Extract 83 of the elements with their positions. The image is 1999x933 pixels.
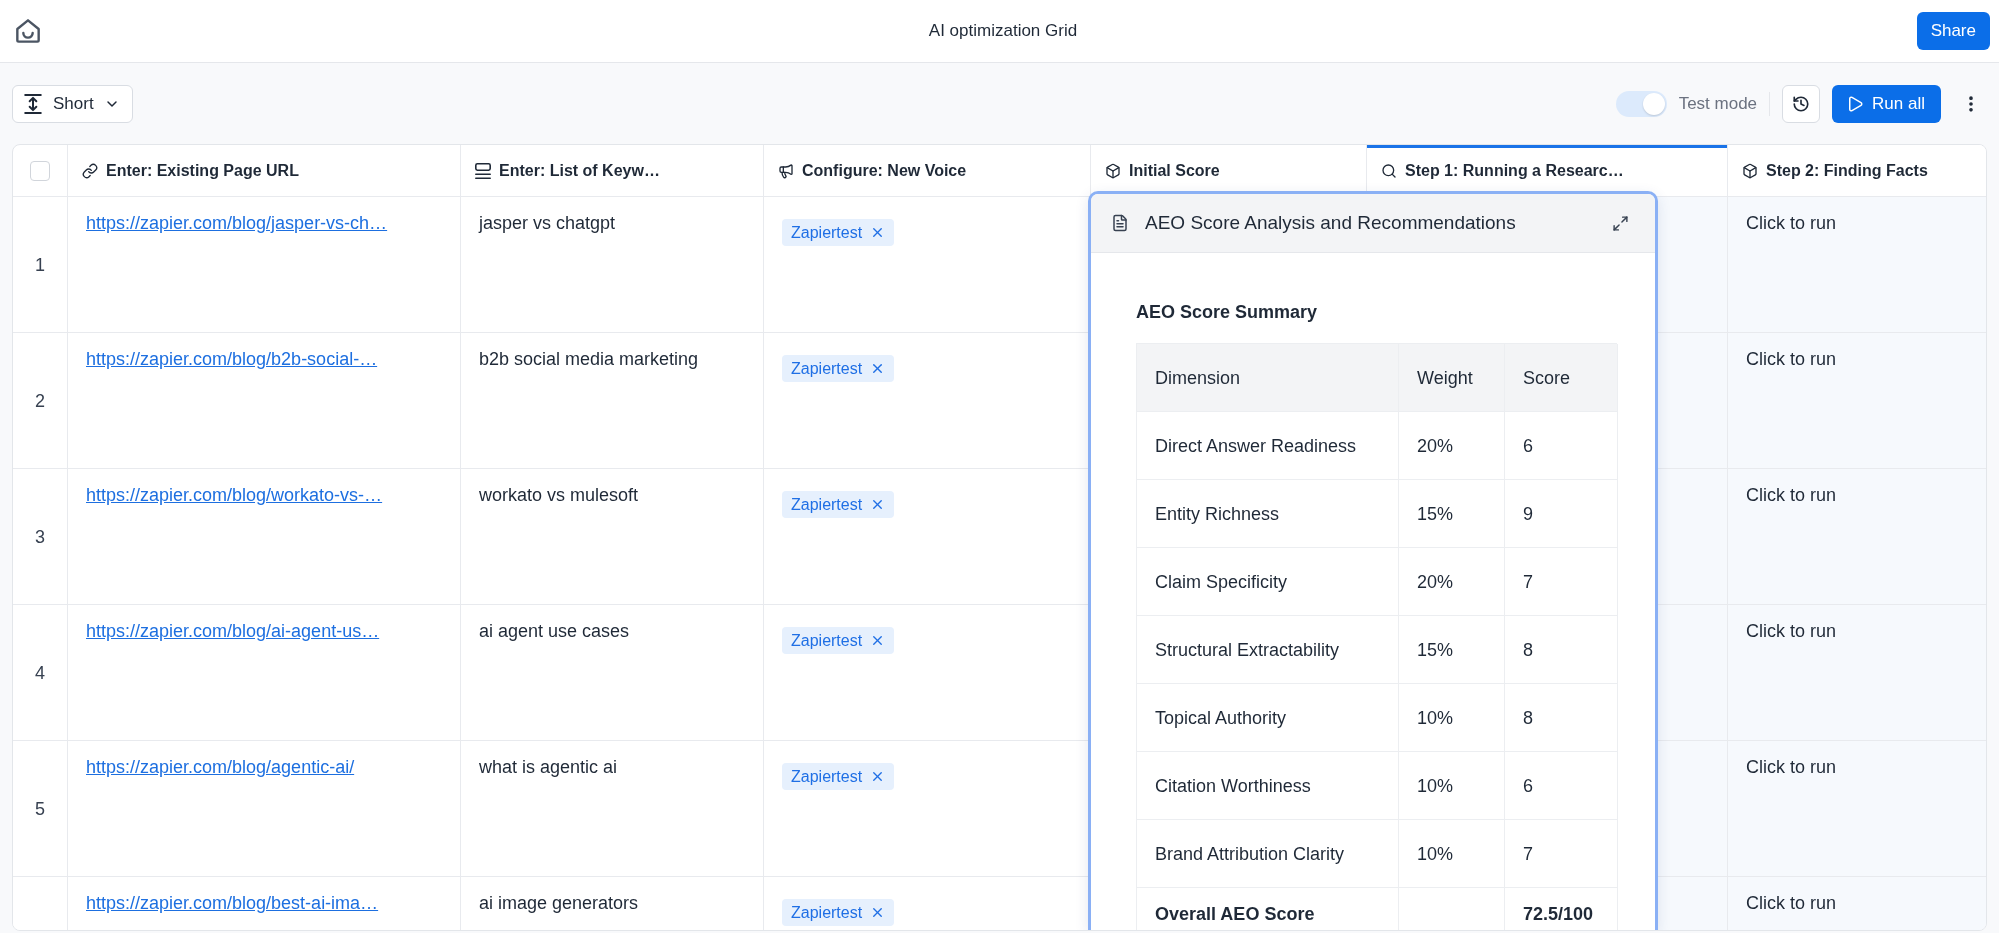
table-cell: 8 [1505, 684, 1618, 752]
table-cell: 8 [1505, 616, 1618, 684]
run-cell[interactable]: Click to run [1728, 469, 1986, 605]
table-cell: 10% [1399, 752, 1505, 820]
table-cell: Structural Extractability [1137, 616, 1399, 684]
toggle-switch[interactable] [1615, 90, 1667, 117]
keyword-text: b2b social media marketing [479, 349, 699, 369]
table-cell: 7 [1505, 820, 1618, 888]
run-all-button[interactable]: Run all [1832, 84, 1941, 123]
table-cell: Overall AEO Score [1137, 888, 1399, 930]
tag-label: Zapiertest [791, 903, 863, 923]
table-cell: Topical Authority [1137, 684, 1399, 752]
tag-label: Zapiertest [791, 223, 863, 243]
table-cell: 20% [1399, 548, 1505, 616]
column-header[interactable]: Step 2: Finding Facts [1728, 145, 1986, 197]
column-header[interactable]: Step 1: Running a Researc… [1367, 145, 1728, 197]
table-cell: 7 [1505, 548, 1618, 616]
play-icon [1846, 94, 1865, 113]
cube-icon [1742, 162, 1758, 179]
tag-label: Zapiertest [791, 631, 863, 651]
home-icon[interactable] [16, 19, 40, 43]
column-header[interactable]: Enter: List of Keyw… [461, 145, 764, 197]
run-cell[interactable]: Click to run [1728, 333, 1986, 469]
document-icon [1111, 214, 1129, 232]
run-cell[interactable]: Click to run [1728, 605, 1986, 741]
row-height-icon [23, 93, 43, 114]
row-number: 4 [35, 661, 45, 685]
table-cell: Brand Attribution Clarity [1137, 820, 1399, 888]
table-cell: 10% [1399, 820, 1505, 888]
keyword-text: ai agent use cases [479, 621, 630, 641]
share-button[interactable]: Share [1916, 12, 1990, 50]
tag-label: Zapiertest [791, 359, 863, 379]
row-height-label: Short [53, 93, 94, 114]
url-link[interactable]: https://zapier.com/blog/best-ai-ima… [86, 893, 379, 913]
tag-label: Zapiertest [791, 767, 863, 787]
row-height-button[interactable]: Short [12, 84, 133, 123]
toggle-label: Test mode [1678, 93, 1758, 114]
keyword-text: workato vs mulesoft [479, 485, 639, 505]
table-cell: 6 [1505, 412, 1618, 480]
run-cell[interactable]: Click to run [1728, 741, 1986, 877]
row-number: 1 [35, 253, 45, 277]
column-header[interactable]: Enter: Existing Page URL [68, 145, 461, 197]
keyword-text: ai image generators [479, 893, 639, 913]
cube-icon [1105, 162, 1121, 179]
megaphone-icon [778, 162, 794, 179]
table-cell: 15% [1399, 616, 1505, 684]
rows-icon [475, 162, 491, 179]
table-cell: Entity Richness [1137, 480, 1399, 548]
history-button[interactable] [1782, 84, 1821, 123]
keyword-text: what is agentic ai [479, 757, 618, 777]
table-cell: Citation Worthiness [1137, 752, 1399, 820]
row-number: 5 [35, 797, 45, 821]
summary-heading: AEO Score Summary [1136, 301, 1319, 323]
table-cell: 6 [1505, 752, 1618, 820]
search-icon [1381, 162, 1397, 179]
popup-title: AEO Score Analysis and Recommendations [1145, 212, 1517, 234]
table-cell: Claim Specificity [1137, 548, 1399, 616]
run-cell[interactable]: Click to run [1728, 877, 1986, 930]
table-cell: 9 [1505, 480, 1618, 548]
table-cell: Direct Answer Readiness [1137, 412, 1399, 480]
table-cell: 72.5/100 [1505, 888, 1618, 930]
row-number: 2 [35, 389, 45, 413]
url-link[interactable]: https://zapier.com/blog/jasper-vs-ch… [86, 213, 388, 233]
page-title: AI optimization Grid [928, 21, 1078, 41]
url-link[interactable]: https://zapier.com/blog/b2b-social-… [86, 349, 378, 369]
table-header-cell: Score [1505, 344, 1618, 412]
table-header-cell: Dimension [1137, 344, 1399, 412]
column-header[interactable]: Configure: New Voice [764, 145, 1091, 197]
history-icon [1792, 94, 1811, 113]
table-cell: 15% [1399, 480, 1505, 548]
table-header-cell: Weight [1399, 344, 1505, 412]
run-cell[interactable]: Click to run [1728, 197, 1986, 333]
select-all-checkbox[interactable] [30, 160, 50, 181]
keyword-text: jasper vs chatgpt [479, 213, 616, 233]
link-icon [82, 162, 98, 179]
expand-icon[interactable] [1612, 214, 1629, 232]
url-link[interactable]: https://zapier.com/blog/ai-agent-us… [86, 621, 380, 641]
table-cell: 20% [1399, 412, 1505, 480]
tag-label: Zapiertest [791, 495, 863, 515]
table-cell: 10% [1399, 684, 1505, 752]
url-link[interactable]: https://zapier.com/blog/agentic-ai/ [86, 757, 355, 777]
row-number: 3 [35, 525, 45, 549]
url-link[interactable]: https://zapier.com/blog/workato-vs-… [86, 485, 383, 505]
